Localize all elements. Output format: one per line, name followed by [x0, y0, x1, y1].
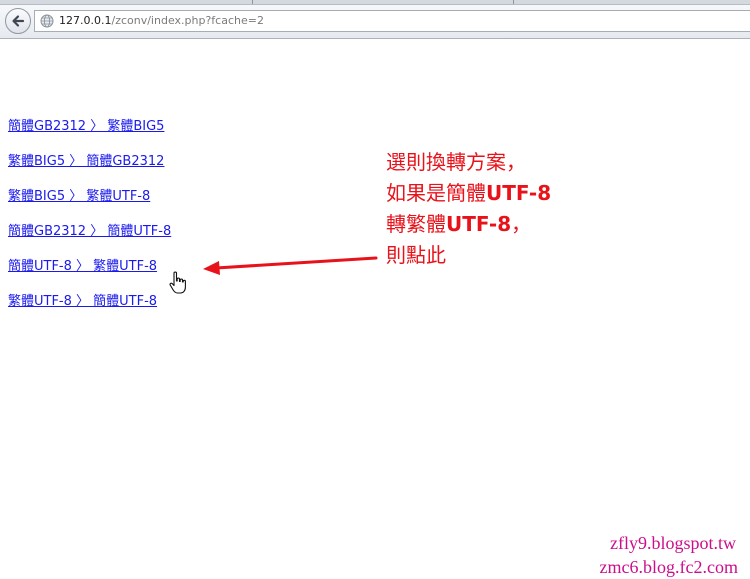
callout-line-3: 轉繁體UTF-8，	[386, 209, 551, 240]
callout-line-2-text: 如果是簡體	[386, 181, 486, 205]
callout-line-2: 如果是簡體UTF-8	[386, 178, 551, 209]
watermark-blogspot: zfly9.blogspot.tw	[610, 533, 736, 553]
callout-line-4: 則點此	[386, 243, 446, 267]
callout-line-3-text: 轉繁體	[386, 212, 446, 236]
hand-cursor-icon	[169, 271, 186, 294]
annotation-arrow	[203, 256, 378, 275]
annotation-callout: 選則換轉方案， 如果是簡體UTF-8 轉繁體UTF-8， 則點此	[386, 147, 551, 271]
callout-line-3-tail: ，	[511, 212, 532, 236]
watermark-fc2: zmc6.blog.fc2.com	[599, 557, 738, 577]
callout-line-2-bold: UTF-8	[486, 181, 552, 205]
callout-line-1: 選則換轉方案，	[386, 150, 526, 174]
callout-line-3-bold: UTF-8	[446, 212, 512, 236]
